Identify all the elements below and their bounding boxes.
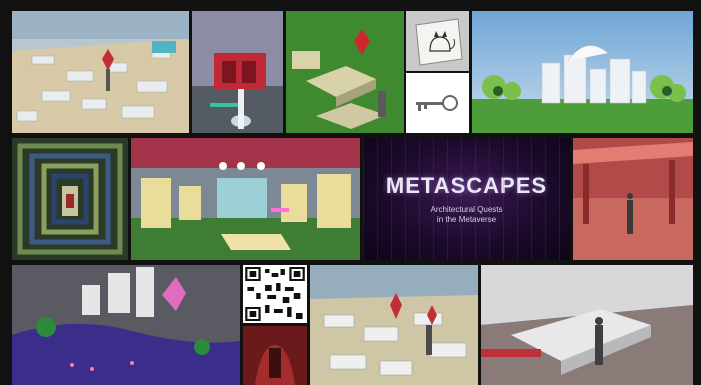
key-image — [406, 73, 469, 133]
crystal-plaza-image — [310, 265, 478, 385]
poster-title: METASCAPES — [385, 173, 548, 198]
voxel-plaza-image — [12, 11, 189, 133]
fractal-corridor-image — [12, 138, 128, 260]
grey-ruins-image — [481, 265, 693, 385]
poster-subtitle: Architectural Quests in the Metaverse — [430, 205, 502, 225]
poster-subtitle-line1: Architectural Quests — [430, 205, 503, 214]
collage-board: METASCAPES Architectural Quests in the M… — [0, 0, 701, 385]
title-background-pattern — [363, 138, 570, 260]
cat-drawing-image — [406, 11, 469, 71]
title-panel: METASCAPES Architectural Quests in the M… — [363, 138, 570, 260]
qr-code-image — [243, 265, 307, 323]
poster-subtitle-line2: in the Metaverse — [436, 215, 497, 224]
purple-garden-image — [12, 265, 240, 385]
red-pavilion-image — [573, 138, 693, 260]
red-portrait-image — [243, 326, 307, 385]
green-field-crystal-image — [286, 11, 404, 133]
yellow-rooms-image — [131, 138, 360, 260]
red-doorway-image — [192, 11, 283, 133]
white-city-image — [472, 11, 693, 133]
